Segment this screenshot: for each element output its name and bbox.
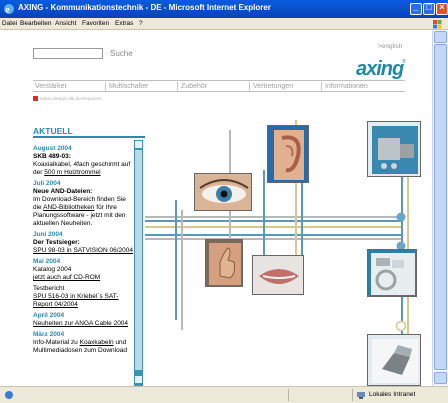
news-link[interactable]: 500 m Holztrommel [44, 169, 100, 176]
decor-line [145, 216, 400, 218]
nav-divider [105, 82, 106, 91]
thumbs-up-photo[interactable] [205, 239, 243, 287]
nav-divider [321, 82, 322, 91]
scroll-thumb[interactable] [434, 44, 447, 370]
svg-text:e: e [6, 5, 10, 15]
news-headline: Der Testsieger: [33, 239, 80, 246]
decor-line [145, 234, 403, 236]
outlet-box-product-photo[interactable] [367, 334, 421, 386]
cable-connector-product-photo[interactable] [367, 249, 417, 297]
news-scroll-down-button[interactable] [135, 376, 142, 383]
menu-extras[interactable]: Extras [115, 20, 133, 27]
menu-favoriten[interactable]: Favoriten [82, 20, 109, 27]
ear-photo[interactable] [267, 125, 309, 183]
intranet-icon [357, 392, 365, 399]
status-bar: Lokales Intranet [0, 386, 448, 403]
news-date: Juni 2004 [33, 231, 63, 238]
eye-photo[interactable] [194, 173, 252, 211]
satellite-amplifier-product-photo[interactable] [367, 121, 421, 177]
news-scroll-thumb[interactable] [135, 150, 142, 370]
news-date: März 2004 [33, 331, 65, 338]
english-link[interactable]: >english [378, 43, 402, 50]
news-link[interactable]: Koaxkabeln [80, 339, 114, 346]
nav-zubehoer[interactable]: Zubehör [181, 83, 207, 90]
ie-icon: e [4, 4, 14, 15]
lips-photo[interactable] [252, 255, 304, 295]
web-page: Suche >english axing ® Verstärker Multis… [0, 30, 432, 386]
image-collage [145, 110, 432, 386]
news-link[interactable]: SPU 98-03 in SATVISION 06/2004 [33, 247, 133, 255]
news-headline: Neue AND-Dateien: [33, 188, 93, 195]
decor-line [175, 200, 177, 320]
site-credit[interactable]: Swiss design site development [40, 96, 102, 101]
browser-scrollbar[interactable] [432, 30, 448, 386]
decor-line [145, 226, 403, 228]
nav-informationen[interactable]: Informationen [325, 83, 368, 90]
news-link[interactable]: jetzt auch auf CD-ROM [33, 274, 133, 282]
decor-line [181, 210, 183, 330]
security-zone-label: Lokales Intranet [369, 391, 416, 398]
nav-verstaerker[interactable]: Verstärker [35, 83, 67, 90]
news-link[interactable]: Neuheiten zur ANGA Cable 2004 [33, 320, 133, 328]
minimize-button[interactable]: _ [410, 2, 422, 15]
menu-bearbeiten[interactable]: Bearbeiten [20, 20, 51, 27]
status-divider [288, 389, 289, 401]
menu-help[interactable]: ? [139, 20, 143, 27]
news-link[interactable]: SPU 516-03 in Kriebel`s SAT-Report 04/20… [33, 293, 133, 309]
decor-line [145, 238, 403, 240]
red-square-icon [33, 96, 38, 101]
nav-divider [177, 82, 178, 91]
menu-bar: Datei Bearbeiten Ansicht Favoriten Extra… [0, 18, 448, 30]
scroll-down-button[interactable] [434, 372, 447, 384]
search-input[interactable] [33, 48, 103, 59]
news-date: August 2004 [33, 145, 72, 152]
close-button[interactable]: × [436, 2, 448, 15]
aktuell-divider [33, 136, 145, 138]
search-label[interactable]: Suche [110, 49, 133, 58]
connector-dot [396, 212, 406, 222]
nav-divider [249, 82, 250, 91]
window-title: AXING - Kommunikationstechnik - DE - Mic… [18, 3, 271, 12]
news-date: Mai 2004 [33, 258, 61, 265]
news-scroll-up-button[interactable] [135, 141, 142, 148]
logo-registered-mark: ® [402, 59, 406, 65]
axing-logo[interactable]: axing [356, 58, 404, 81]
news-text: Katalog 2004 [33, 266, 72, 273]
news-scrollbar[interactable] [134, 140, 143, 386]
page-icon [5, 391, 13, 399]
menu-ansicht[interactable]: Ansicht [55, 20, 76, 27]
nav-multischalter[interactable]: Multischalter [109, 83, 148, 90]
status-divider [352, 389, 353, 401]
menu-datei[interactable]: Datei [2, 20, 17, 27]
news-text: Testbericht [33, 285, 65, 292]
news-date: Juli 2004 [33, 180, 61, 187]
news-headline: SKB 489-03: [33, 153, 71, 160]
maximize-button[interactable]: □ [423, 2, 435, 15]
news-text: Info-Material zu [33, 339, 78, 346]
aktuell-heading: AKTUELL [33, 126, 73, 136]
scroll-up-button[interactable] [434, 31, 447, 43]
decor-line [145, 220, 403, 222]
connector-dot [395, 320, 407, 332]
nav-vertretungen[interactable]: Vertretungen [253, 83, 293, 90]
title-bar: e AXING - Kommunikationstechnik - DE - M… [0, 0, 448, 18]
news-list: August 2004 SKB 489-03: Koaxialkabel, 4f… [33, 142, 133, 386]
windows-logo-icon [433, 20, 442, 29]
news-link[interactable]: AND-Bibliotheken [43, 204, 94, 211]
news-date: April 2004 [33, 312, 65, 319]
main-nav: Verstärker Multischalter Zubehör Vertret… [33, 80, 405, 92]
